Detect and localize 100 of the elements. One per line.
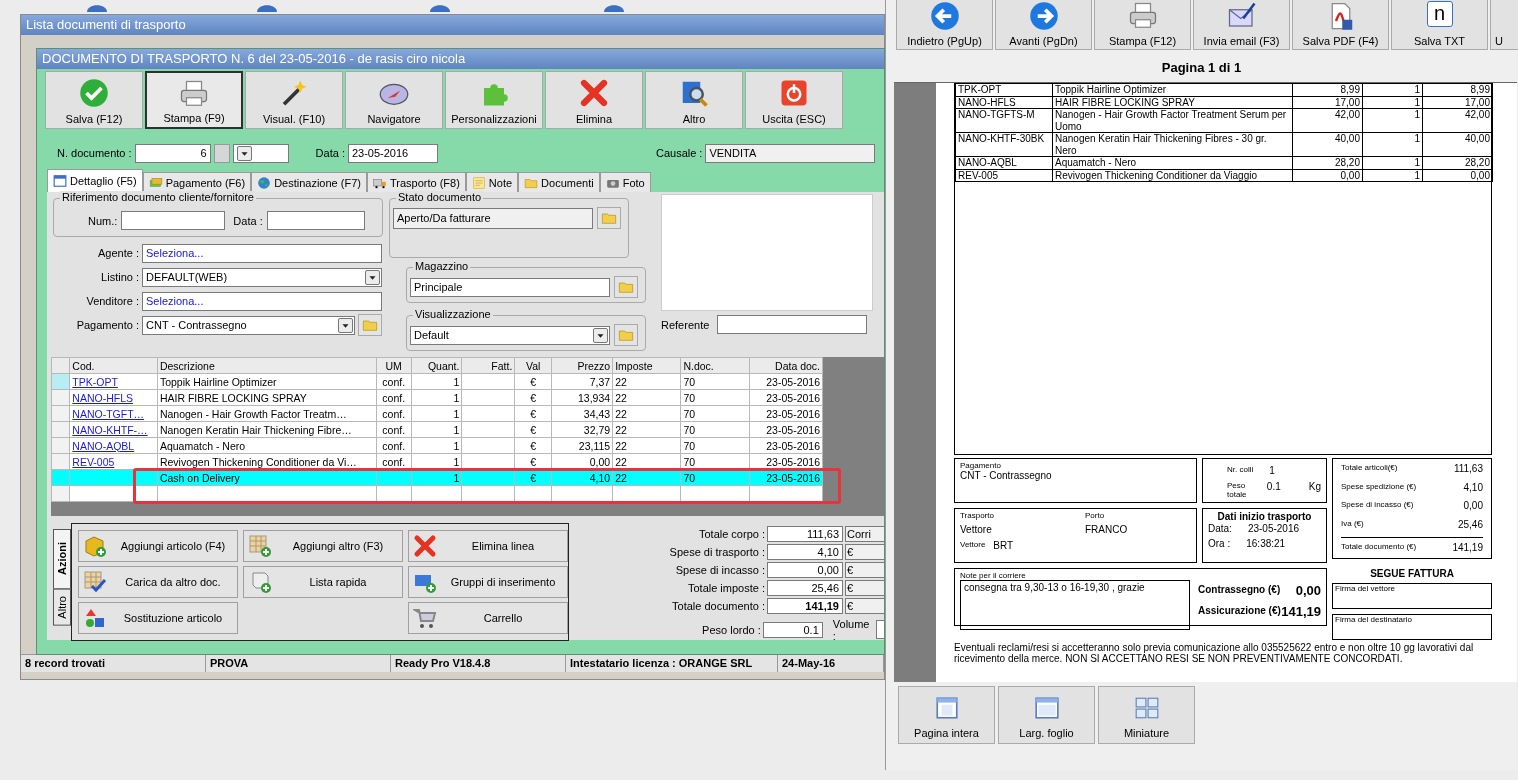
series-dropdown[interactable] bbox=[232, 143, 289, 163]
table-cell: € bbox=[530, 439, 537, 452]
table-cell: 23-05-2016 bbox=[766, 391, 820, 404]
referente-field[interactable] bbox=[717, 315, 868, 334]
toolbar-button[interactable]: n Salva TXT bbox=[1391, 0, 1488, 50]
column-header[interactable]: Cod. bbox=[69, 357, 158, 374]
table-cell: 1 bbox=[453, 471, 460, 484]
column-header[interactable]: Imposte bbox=[612, 357, 681, 374]
date-field[interactable]: 23-05-2016 bbox=[347, 143, 438, 163]
dropdown[interactable]: DEFAULT(WEB) bbox=[142, 267, 382, 287]
unit-field[interactable]: € bbox=[845, 597, 884, 614]
tab[interactable]: Note bbox=[465, 172, 519, 192]
toolbar-button[interactable]: Stampa (F9) bbox=[145, 71, 243, 129]
view-button[interactable]: Pagina intera bbox=[898, 686, 995, 744]
toolbar-button[interactable]: Salva PDF (F4) bbox=[1292, 0, 1389, 50]
action-button[interactable]: Lista rapida bbox=[243, 566, 403, 598]
folder-button[interactable] bbox=[614, 324, 638, 346]
total-field[interactable]: 4,10 bbox=[767, 543, 843, 560]
total-field[interactable]: 0,00 bbox=[767, 561, 843, 578]
folder-button[interactable] bbox=[597, 207, 621, 229]
tab[interactable]: Trasporto (F8) bbox=[366, 172, 466, 192]
table-cell: 42,00 bbox=[1464, 109, 1490, 120]
table-cell: 23-05-2016 bbox=[766, 423, 820, 436]
field-label: Data : bbox=[315, 147, 345, 159]
tab[interactable]: Destinazione (F7) bbox=[251, 172, 367, 192]
action-button[interactable]: Aggiungi altro (F3) bbox=[243, 530, 403, 562]
action-button[interactable]: Sostituzione articolo bbox=[78, 602, 238, 634]
toolbar-button[interactable]: Avanti (PgDn) bbox=[995, 0, 1092, 50]
table-row[interactable]: NANO-TGFT… Nanogen - Hair Growth Factor Treatm… conf. 1 € 34,43 22 70 23-05-2016 bbox=[51, 405, 823, 422]
view-button[interactable]: Miniature bbox=[1098, 686, 1195, 744]
weight-field[interactable]: 0.1 bbox=[762, 621, 823, 638]
side-tab[interactable]: Altro bbox=[53, 589, 71, 626]
toolbar-button[interactable]: Navigatore bbox=[345, 71, 443, 129]
column-header[interactable]: Data doc. bbox=[749, 357, 823, 374]
table-cell: 1 bbox=[1414, 157, 1420, 168]
table-row[interactable]: NANO-HFLS HAIR FIBRE LOCKING SPRAY conf. 1 € 13,934 22 70 23-05-2016 bbox=[51, 389, 823, 406]
date-field[interactable] bbox=[266, 211, 365, 230]
status-field[interactable]: Aperto/Da fatturare bbox=[393, 207, 593, 229]
field-label: Peso lordo : bbox=[701, 623, 761, 636]
table-cell: conf. bbox=[382, 455, 406, 468]
side-tab[interactable]: Azioni bbox=[53, 529, 71, 589]
column-header[interactable]: N.doc. bbox=[680, 357, 750, 374]
toolbar-button[interactable]: Visual. (F10) bbox=[245, 71, 343, 129]
table-row[interactable]: NANO-AQBL Aquamatch - Nero conf. 1 € 23,115 22 70 23-05-2016 bbox=[51, 437, 823, 454]
action-button[interactable]: Elimina linea bbox=[408, 530, 568, 562]
total-field[interactable]: 111,63 bbox=[767, 525, 843, 542]
field-label: Peso totale bbox=[1227, 480, 1248, 499]
picker-button[interactable] bbox=[213, 143, 230, 163]
causale-field[interactable]: VENDITA bbox=[705, 143, 876, 163]
table-cell: 23,115 bbox=[578, 439, 611, 452]
number-field[interactable]: 6 bbox=[134, 143, 211, 163]
toolbar-button[interactable]: Salva (F12) bbox=[45, 71, 143, 129]
toolbar-button[interactable]: Elimina bbox=[545, 71, 643, 129]
number-field[interactable] bbox=[121, 211, 226, 230]
column-header[interactable]: Fatt. bbox=[461, 357, 515, 374]
field-label: Referente bbox=[661, 318, 710, 331]
field-label: Data : bbox=[233, 214, 263, 227]
unit-field[interactable]: € bbox=[845, 579, 884, 596]
table-cell: 1 bbox=[1414, 109, 1420, 120]
folder-button[interactable] bbox=[358, 314, 382, 336]
dropdown[interactable]: CNT - Contrassegno bbox=[142, 315, 355, 335]
select-field[interactable]: Seleziona... bbox=[142, 291, 382, 311]
unit-field[interactable]: € bbox=[845, 543, 884, 560]
toolbar-button[interactable]: Altro bbox=[645, 71, 743, 129]
toolbar-button[interactable]: Stampa (F12) bbox=[1094, 0, 1191, 50]
column-header[interactable]: Descrizione bbox=[157, 357, 377, 374]
table-cell: NANO-HFLS bbox=[958, 96, 1016, 108]
total-field[interactable]: 25,46 bbox=[767, 579, 843, 596]
cod-value: 0,00 bbox=[1295, 584, 1321, 600]
toolbar-button[interactable]: Uscita (ESC) bbox=[745, 71, 843, 129]
unit-field[interactable]: Corri bbox=[845, 525, 884, 542]
tab[interactable]: Documenti bbox=[518, 172, 600, 192]
toolbar-button[interactable]: Personalizzazioni bbox=[445, 71, 543, 129]
column-header[interactable]: Quant. bbox=[411, 357, 462, 374]
column-header[interactable]: UM bbox=[376, 357, 411, 374]
table-row[interactable]: REV-005 Revivogen Thickening Conditioner da Vi… conf. 1 € 0,00 22 70 23-05-2016 bbox=[51, 453, 823, 470]
action-button[interactable]: Gruppi di inserimento bbox=[408, 566, 568, 598]
field-label: N. documento : bbox=[57, 147, 132, 159]
table-row[interactable]: TPK-OPT Toppik Hairline Optimizer conf. 1 € 7,37 22 70 23-05-2016 bbox=[51, 373, 823, 390]
tab[interactable]: Dettaglio (F5) bbox=[47, 169, 143, 192]
item-description: Toppik Hairline Optimizer bbox=[159, 375, 277, 388]
tab[interactable]: Pagamento (F6) bbox=[142, 172, 252, 192]
action-button[interactable]: Aggiungi articolo (F4) bbox=[78, 530, 238, 562]
action-button[interactable]: Carica da altro doc. bbox=[78, 566, 238, 598]
toolbar-button[interactable]: Invia email (F3) bbox=[1193, 0, 1290, 50]
select-field[interactable]: Seleziona... bbox=[142, 243, 382, 263]
dropdown[interactable]: Default bbox=[410, 325, 610, 345]
unit-field[interactable]: € bbox=[845, 561, 884, 578]
toolbar-button[interactable]: Indietro (PgUp) bbox=[896, 0, 993, 50]
action-button[interactable]: Carrello bbox=[408, 602, 568, 634]
total-field[interactable]: 141,19 bbox=[767, 597, 843, 614]
table-row[interactable]: NANO-KHTF-… Nanogen Keratin Hair Thickening Fibre… conf. 1 € 32,79 22 70 23-05-2016 bbox=[51, 421, 823, 438]
column-header[interactable]: Prezzo bbox=[551, 357, 613, 374]
caret-icon bbox=[593, 327, 608, 343]
column-header[interactable]: Val bbox=[514, 357, 552, 374]
view-button[interactable]: Larg. foglio bbox=[998, 686, 1095, 744]
folder-button[interactable] bbox=[614, 276, 638, 298]
toolbar-button[interactable]: U bbox=[1490, 0, 1518, 50]
tab[interactable]: Foto bbox=[599, 172, 651, 192]
warehouse-field[interactable]: Principale bbox=[410, 277, 610, 297]
